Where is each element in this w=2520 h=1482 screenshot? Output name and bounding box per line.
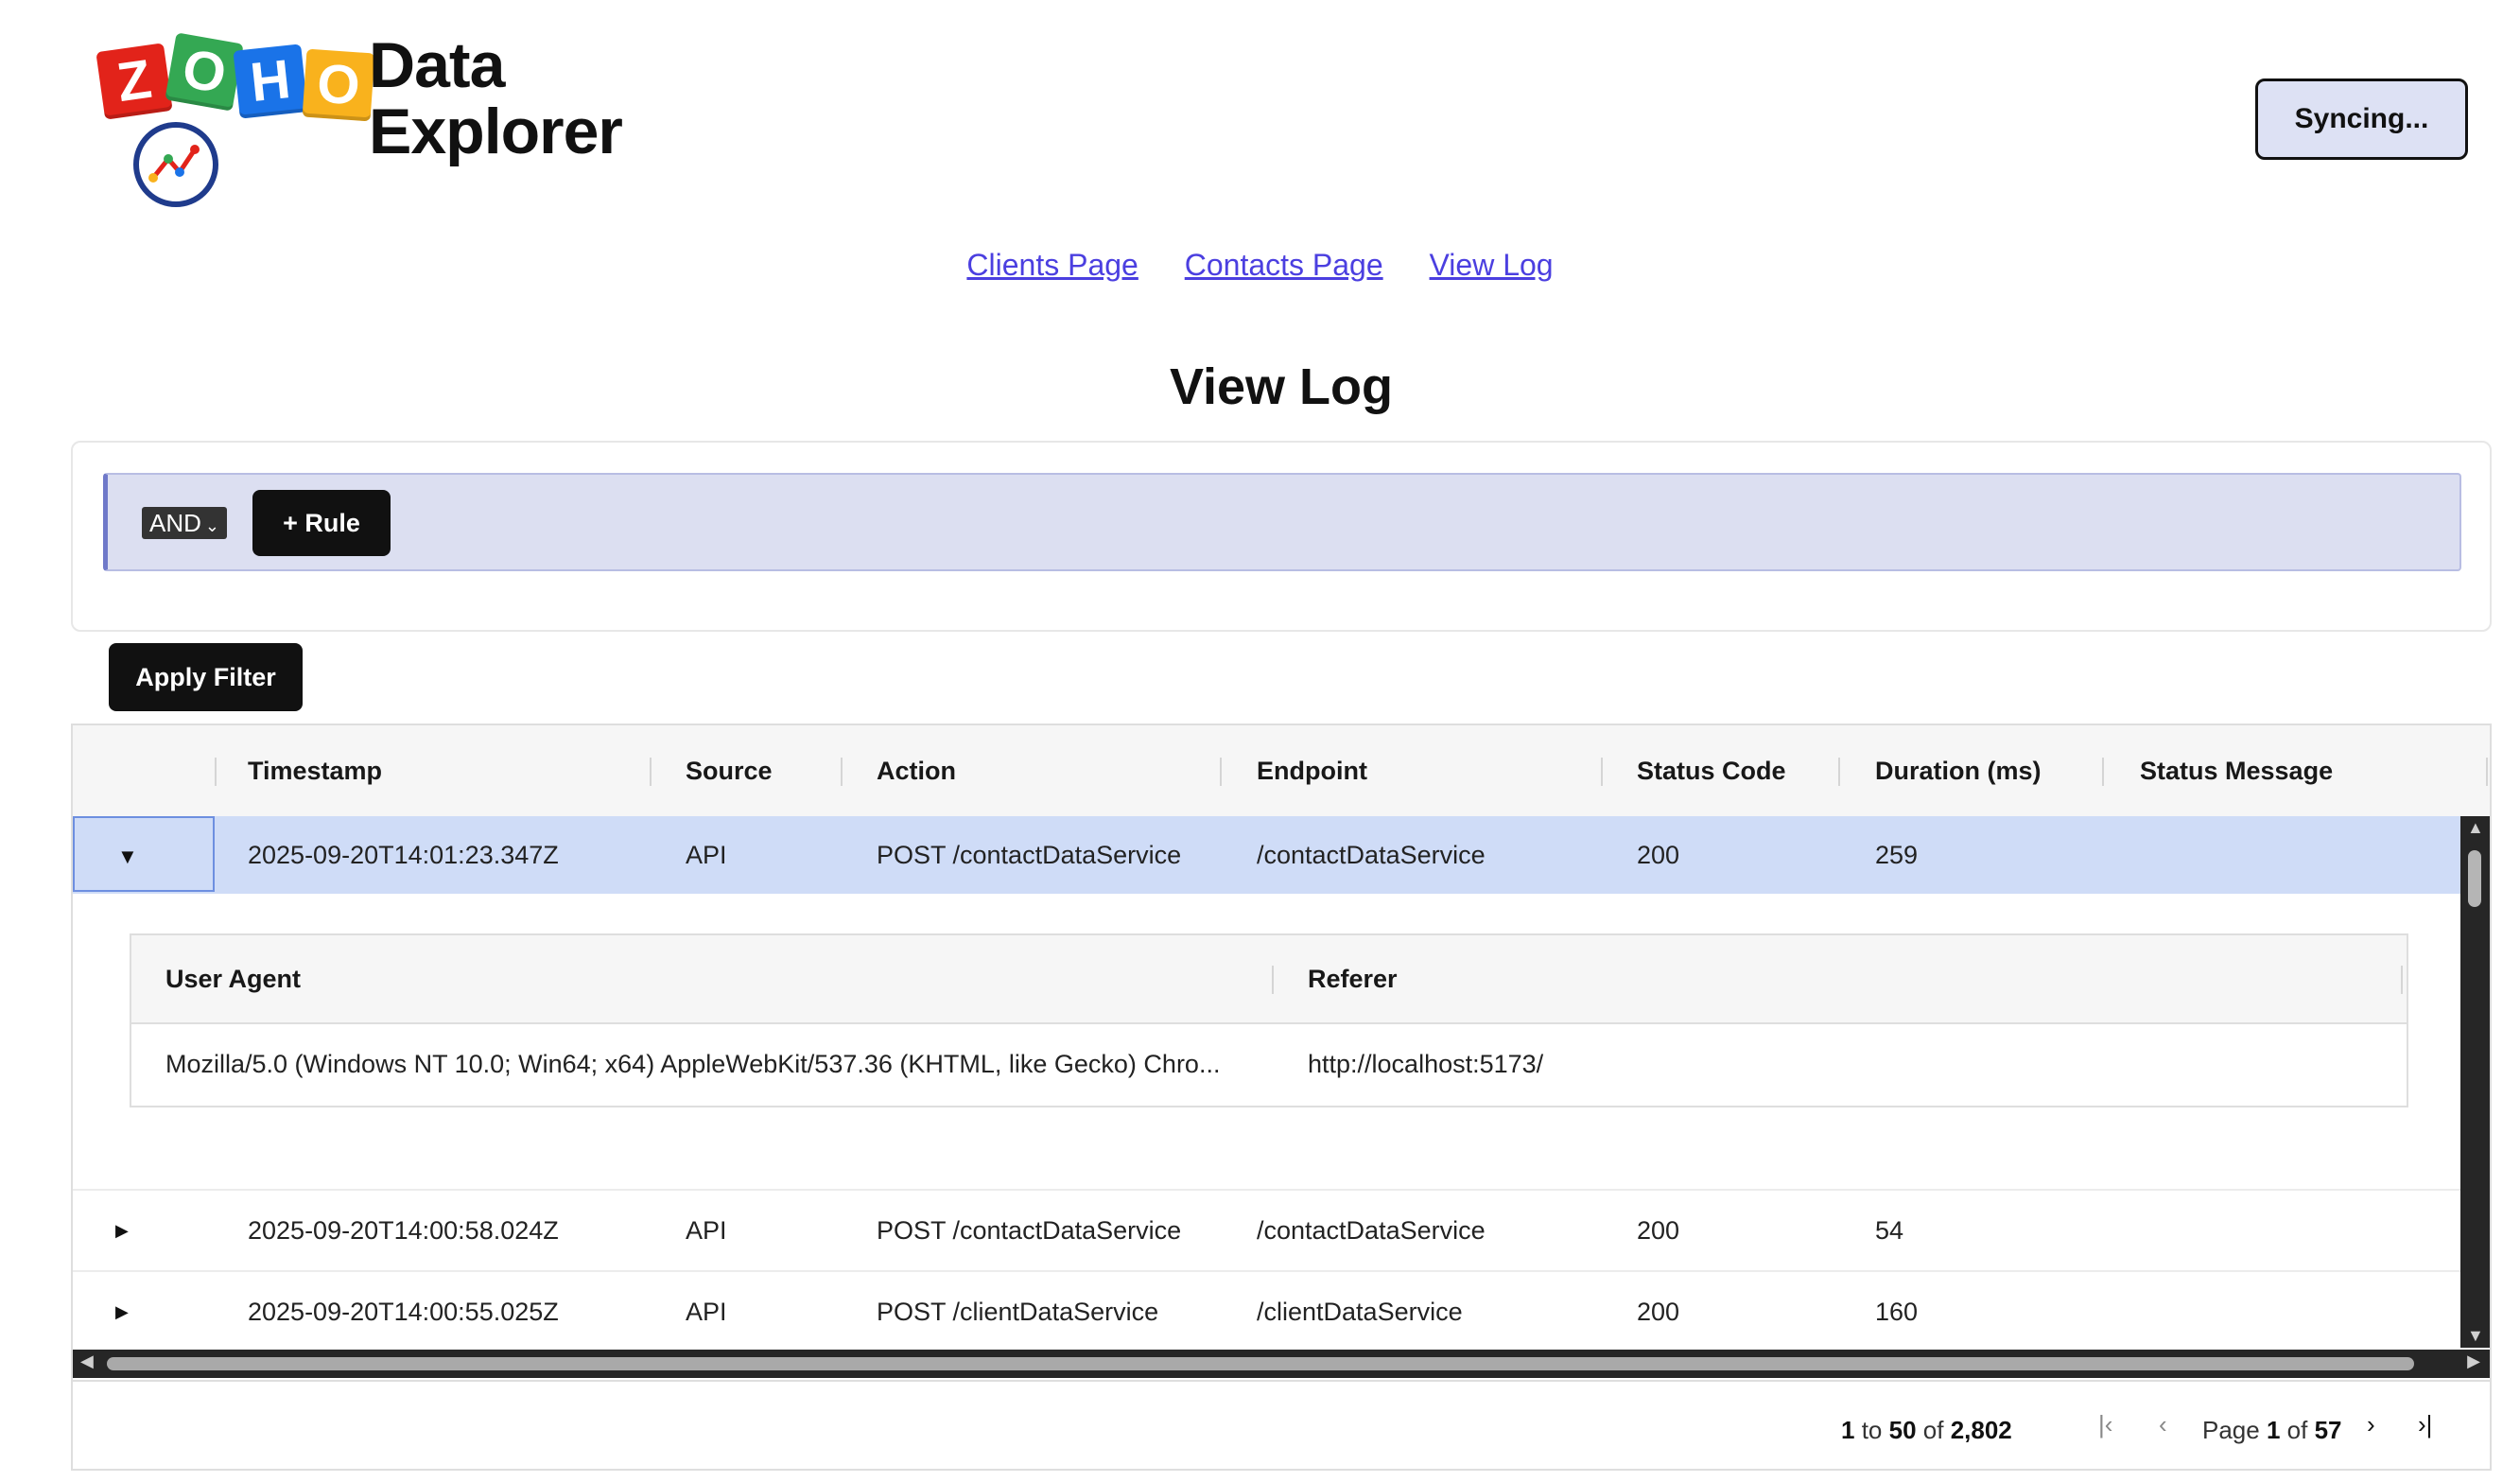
combinator-select[interactable]: AND ⌄ [142,507,227,539]
range-total: 2,802 [1950,1416,2012,1444]
cell-timestamp: 2025-09-20T14:01:23.347Z [248,841,559,869]
cell-action: POST /contactDataService [877,1216,1182,1245]
scroll-up-icon[interactable]: ▲ [2467,818,2484,838]
detail-table: User Agent Referer Mozilla/5.0 (Windows … [130,933,2408,1107]
apply-filter-button[interactable]: Apply Filter [109,643,303,711]
cell-duration: 259 [1875,841,1919,869]
column-header-timestamp[interactable]: Timestamp [248,725,382,816]
cell-timestamp: 2025-09-20T14:00:55.025Z [248,1298,559,1326]
caret-right-icon[interactable]: ▶ [115,1191,129,1270]
row-expander[interactable]: ▼ [73,816,215,892]
app-logo: Z O H O Data Explorer [95,28,624,218]
detail-referer: http://localhost:5173/ [1308,1050,1544,1078]
detail-user-agent: Mozilla/5.0 (Windows NT 10.0; Win64; x64… [165,1050,1221,1078]
logo-tile-h: H [233,44,308,119]
cell-endpoint: /contactDataService [1257,841,1486,869]
row-summary: 1 to 50 of 2,802 [1841,1416,2012,1445]
query-builder: AND ⌄ + Rule [71,441,2492,632]
detail-row: Mozilla/5.0 (Windows NT 10.0; Win64; x64… [131,1022,2407,1106]
logo-tile-z: Z [96,43,173,120]
page-of-word: of [2286,1416,2308,1444]
analytics-chart-icon [133,122,218,207]
logo-tile-o2: O [302,48,375,122]
column-header-status-code[interactable]: Status Code [1637,725,1786,816]
horizontal-scrollbar[interactable]: ◀ ▶ [73,1350,2490,1378]
chevron-down-icon: ⌄ [204,516,219,535]
caret-down-icon: ▼ [117,845,138,868]
cell-duration: 160 [1875,1298,1919,1326]
vertical-scrollbar[interactable]: ▲ ▼ [2460,816,2490,1348]
range-from: 1 [1841,1416,1855,1444]
horizontal-scroll-thumb[interactable] [107,1357,2414,1370]
cell-source: API [686,1216,727,1245]
nav-link-contacts[interactable]: Contacts Page [1185,248,1383,282]
column-separator [1220,758,1222,786]
row-detail-panel: User Agent Referer Mozilla/5.0 (Windows … [73,894,2460,1130]
table-row[interactable]: ▶ 2025-09-20T14:00:55.025Z API POST /cli… [73,1270,2460,1351]
column-header-action[interactable]: Action [877,725,956,816]
current-page: 1 [2266,1416,2281,1444]
pagination-bar: 1 to 50 of 2,802 |‹ ‹ Page 1 of 57 › ›| [73,1380,2490,1469]
page-indicator: Page 1 of 57 [2202,1416,2342,1445]
column-separator [650,758,652,786]
last-page-icon[interactable]: ›| [2418,1410,2432,1439]
previous-page-icon[interactable]: ‹ [2159,1410,2167,1439]
logo-tile-o: O [165,32,244,112]
column-separator [215,758,217,786]
cell-action: POST /contactDataService [877,841,1182,869]
caret-right-icon[interactable]: ▶ [115,1272,129,1351]
sync-button[interactable]: Syncing... [2255,78,2468,160]
first-page-icon[interactable]: |‹ [2098,1410,2112,1439]
cell-status-code: 200 [1637,1298,1680,1326]
column-header-duration[interactable]: Duration (ms) [1875,725,2042,816]
next-page-icon[interactable]: › [2367,1410,2375,1439]
cell-duration: 54 [1875,1216,1904,1245]
range-to: 50 [1888,1416,1917,1444]
column-separator [1601,758,1603,786]
cell-endpoint: /clientDataService [1257,1298,1463,1326]
column-separator [1272,966,1274,994]
app-title-line1: Data [369,29,505,101]
column-header-source[interactable]: Source [686,725,773,816]
column-separator [1838,758,1840,786]
rule-group: AND ⌄ + Rule [103,473,2461,571]
combinator-value: AND [149,509,201,537]
cell-action: POST /clientDataService [877,1298,1159,1326]
column-separator [2102,758,2104,786]
cell-source: API [686,841,727,869]
page-word: Page [2202,1416,2260,1444]
column-separator [2401,966,2403,994]
cell-endpoint: /contactDataService [1257,1216,1486,1245]
nav-link-clients[interactable]: Clients Page [966,248,1138,282]
range-to-word: to [1861,1416,1883,1444]
range-of-word: of [1922,1416,1944,1444]
detail-column-referer[interactable]: Referer [1308,935,1398,1022]
scroll-left-icon[interactable]: ◀ [80,1351,94,1371]
app-title-line2: Explorer [369,96,623,167]
grid-header: Timestamp Source Action Endpoint Status … [73,725,2490,818]
column-header-endpoint[interactable]: Endpoint [1257,725,1367,816]
cell-status-code: 200 [1637,841,1680,869]
table-row[interactable]: ▼ 2025-09-20T14:01:23.347Z API POST /con… [73,816,2460,894]
cell-timestamp: 2025-09-20T14:00:58.024Z [248,1216,559,1245]
page-title: View Log [1169,358,1394,415]
column-separator [841,758,843,786]
scroll-right-icon[interactable]: ▶ [2467,1351,2480,1371]
detail-column-user-agent[interactable]: User Agent [165,935,301,1022]
detail-header: User Agent Referer [131,935,2407,1024]
log-grid: Timestamp Source Action Endpoint Status … [71,724,2492,1471]
app-title: Data Explorer [369,29,623,167]
cell-status-code: 200 [1637,1216,1680,1245]
cell-source: API [686,1298,727,1326]
add-rule-button[interactable]: + Rule [252,490,391,556]
total-pages: 57 [2314,1416,2342,1444]
scroll-down-icon[interactable]: ▼ [2467,1326,2484,1346]
table-row[interactable]: ▶ 2025-09-20T14:00:58.024Z API POST /con… [73,1189,2460,1270]
vertical-scroll-thumb[interactable] [2468,850,2481,907]
column-separator [2486,758,2488,786]
top-nav: Clients Page Contacts Page View Log [0,248,2520,283]
nav-link-view-log[interactable]: View Log [1430,248,1554,282]
column-header-status-message[interactable]: Status Message [2140,725,2333,816]
